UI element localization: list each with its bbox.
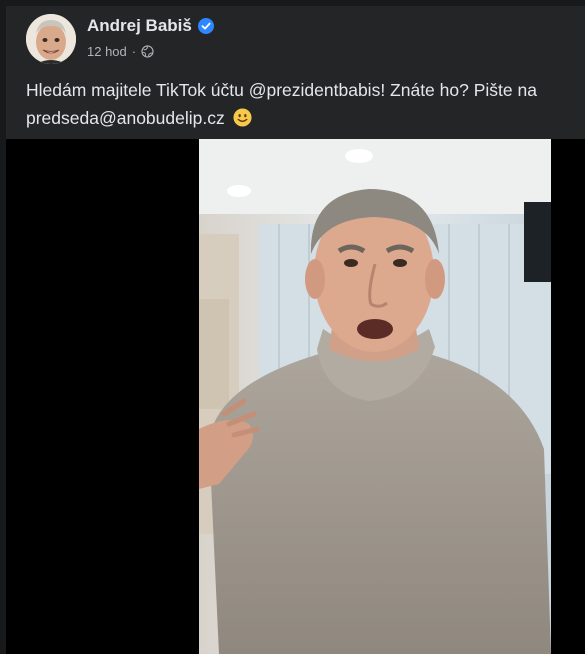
post-header: Andrej Babiš 12 hod ·: [6, 6, 585, 70]
post-timestamp[interactable]: 12 hod: [87, 44, 127, 59]
author-name-text: Andrej Babiš: [87, 16, 192, 35]
globe-icon[interactable]: [141, 45, 154, 58]
video-frame: [199, 139, 551, 654]
author-name[interactable]: Andrej Babiš: [87, 16, 214, 36]
video-thumbnail: [199, 139, 551, 654]
verified-badge-icon: [197, 18, 214, 34]
smiling-face-emoji: [233, 108, 252, 127]
avatar-portrait: [26, 14, 76, 64]
post-body: Hledám majitele TikTok účtu @prezidentba…: [26, 80, 537, 128]
post-meta: 12 hod ·: [87, 44, 154, 59]
author-avatar[interactable]: [26, 14, 76, 64]
meta-separator: ·: [131, 44, 137, 59]
post-text: Hledám majitele TikTok účtu @prezidentba…: [26, 76, 576, 132]
post-card: Andrej Babiš 12 hod · Hledám majitele Ti…: [6, 6, 585, 654]
post-video[interactable]: [6, 139, 585, 654]
